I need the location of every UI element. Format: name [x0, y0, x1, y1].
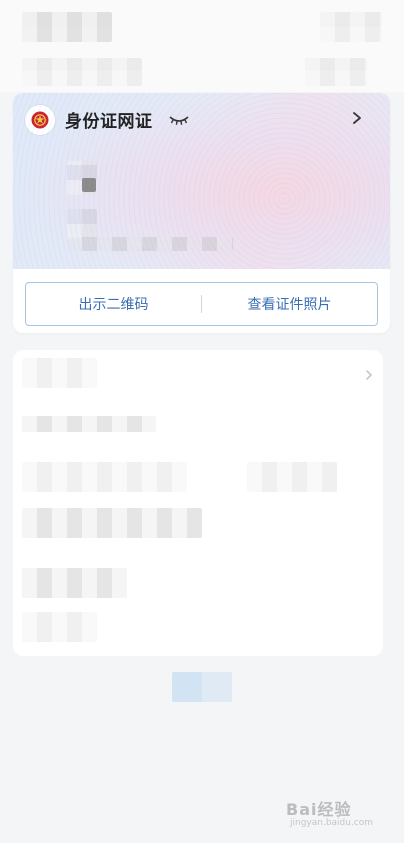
- redacted-id-number: [67, 237, 233, 251]
- id-card-face[interactable]: 身份证网证: [13, 93, 390, 269]
- redacted-row-2-left: [22, 462, 187, 492]
- id-card-title: 身份证网证: [65, 112, 153, 132]
- top-header: [0, 0, 404, 92]
- redacted-bottom-link[interactable]: [172, 672, 232, 702]
- redacted-row-1: [22, 416, 156, 432]
- info-panel: [13, 350, 383, 656]
- eye-closed-icon[interactable]: [169, 111, 189, 130]
- redacted-header-actions[interactable]: [320, 12, 382, 42]
- chevron-right-icon[interactable]: [365, 366, 373, 385]
- redacted-row-5: [22, 612, 97, 642]
- redacted-row-4: [22, 568, 127, 598]
- baidu-jingyan-watermark: Bai经验: [286, 800, 352, 819]
- view-id-photo-button[interactable]: 查看证件照片: [202, 283, 377, 325]
- redacted-name-char: [82, 178, 96, 192]
- redacted-label-field: [67, 209, 97, 239]
- redacted-row-2-right: [247, 462, 337, 492]
- chevron-right-icon[interactable]: [352, 110, 362, 129]
- national-emblem-icon: [25, 105, 55, 135]
- redacted-header-title: [22, 12, 112, 42]
- redacted-subheader-right: [305, 58, 367, 86]
- id-card[interactable]: 身份证网证 出示二维码 查看证件照片: [13, 93, 390, 333]
- redacted-row-3: [22, 508, 202, 538]
- watermark-domain: jingyan.baidu.com: [290, 818, 374, 828]
- show-qr-code-button[interactable]: 出示二维码: [26, 283, 201, 325]
- redacted-subheader-left: [22, 58, 142, 86]
- screen: 身份证网证 出示二维码 查看证件照片 Bai经验 jingyan.baidu.c…: [0, 0, 404, 843]
- redacted-panel-title: [22, 358, 97, 388]
- id-card-actions: 出示二维码 查看证件照片: [25, 282, 378, 326]
